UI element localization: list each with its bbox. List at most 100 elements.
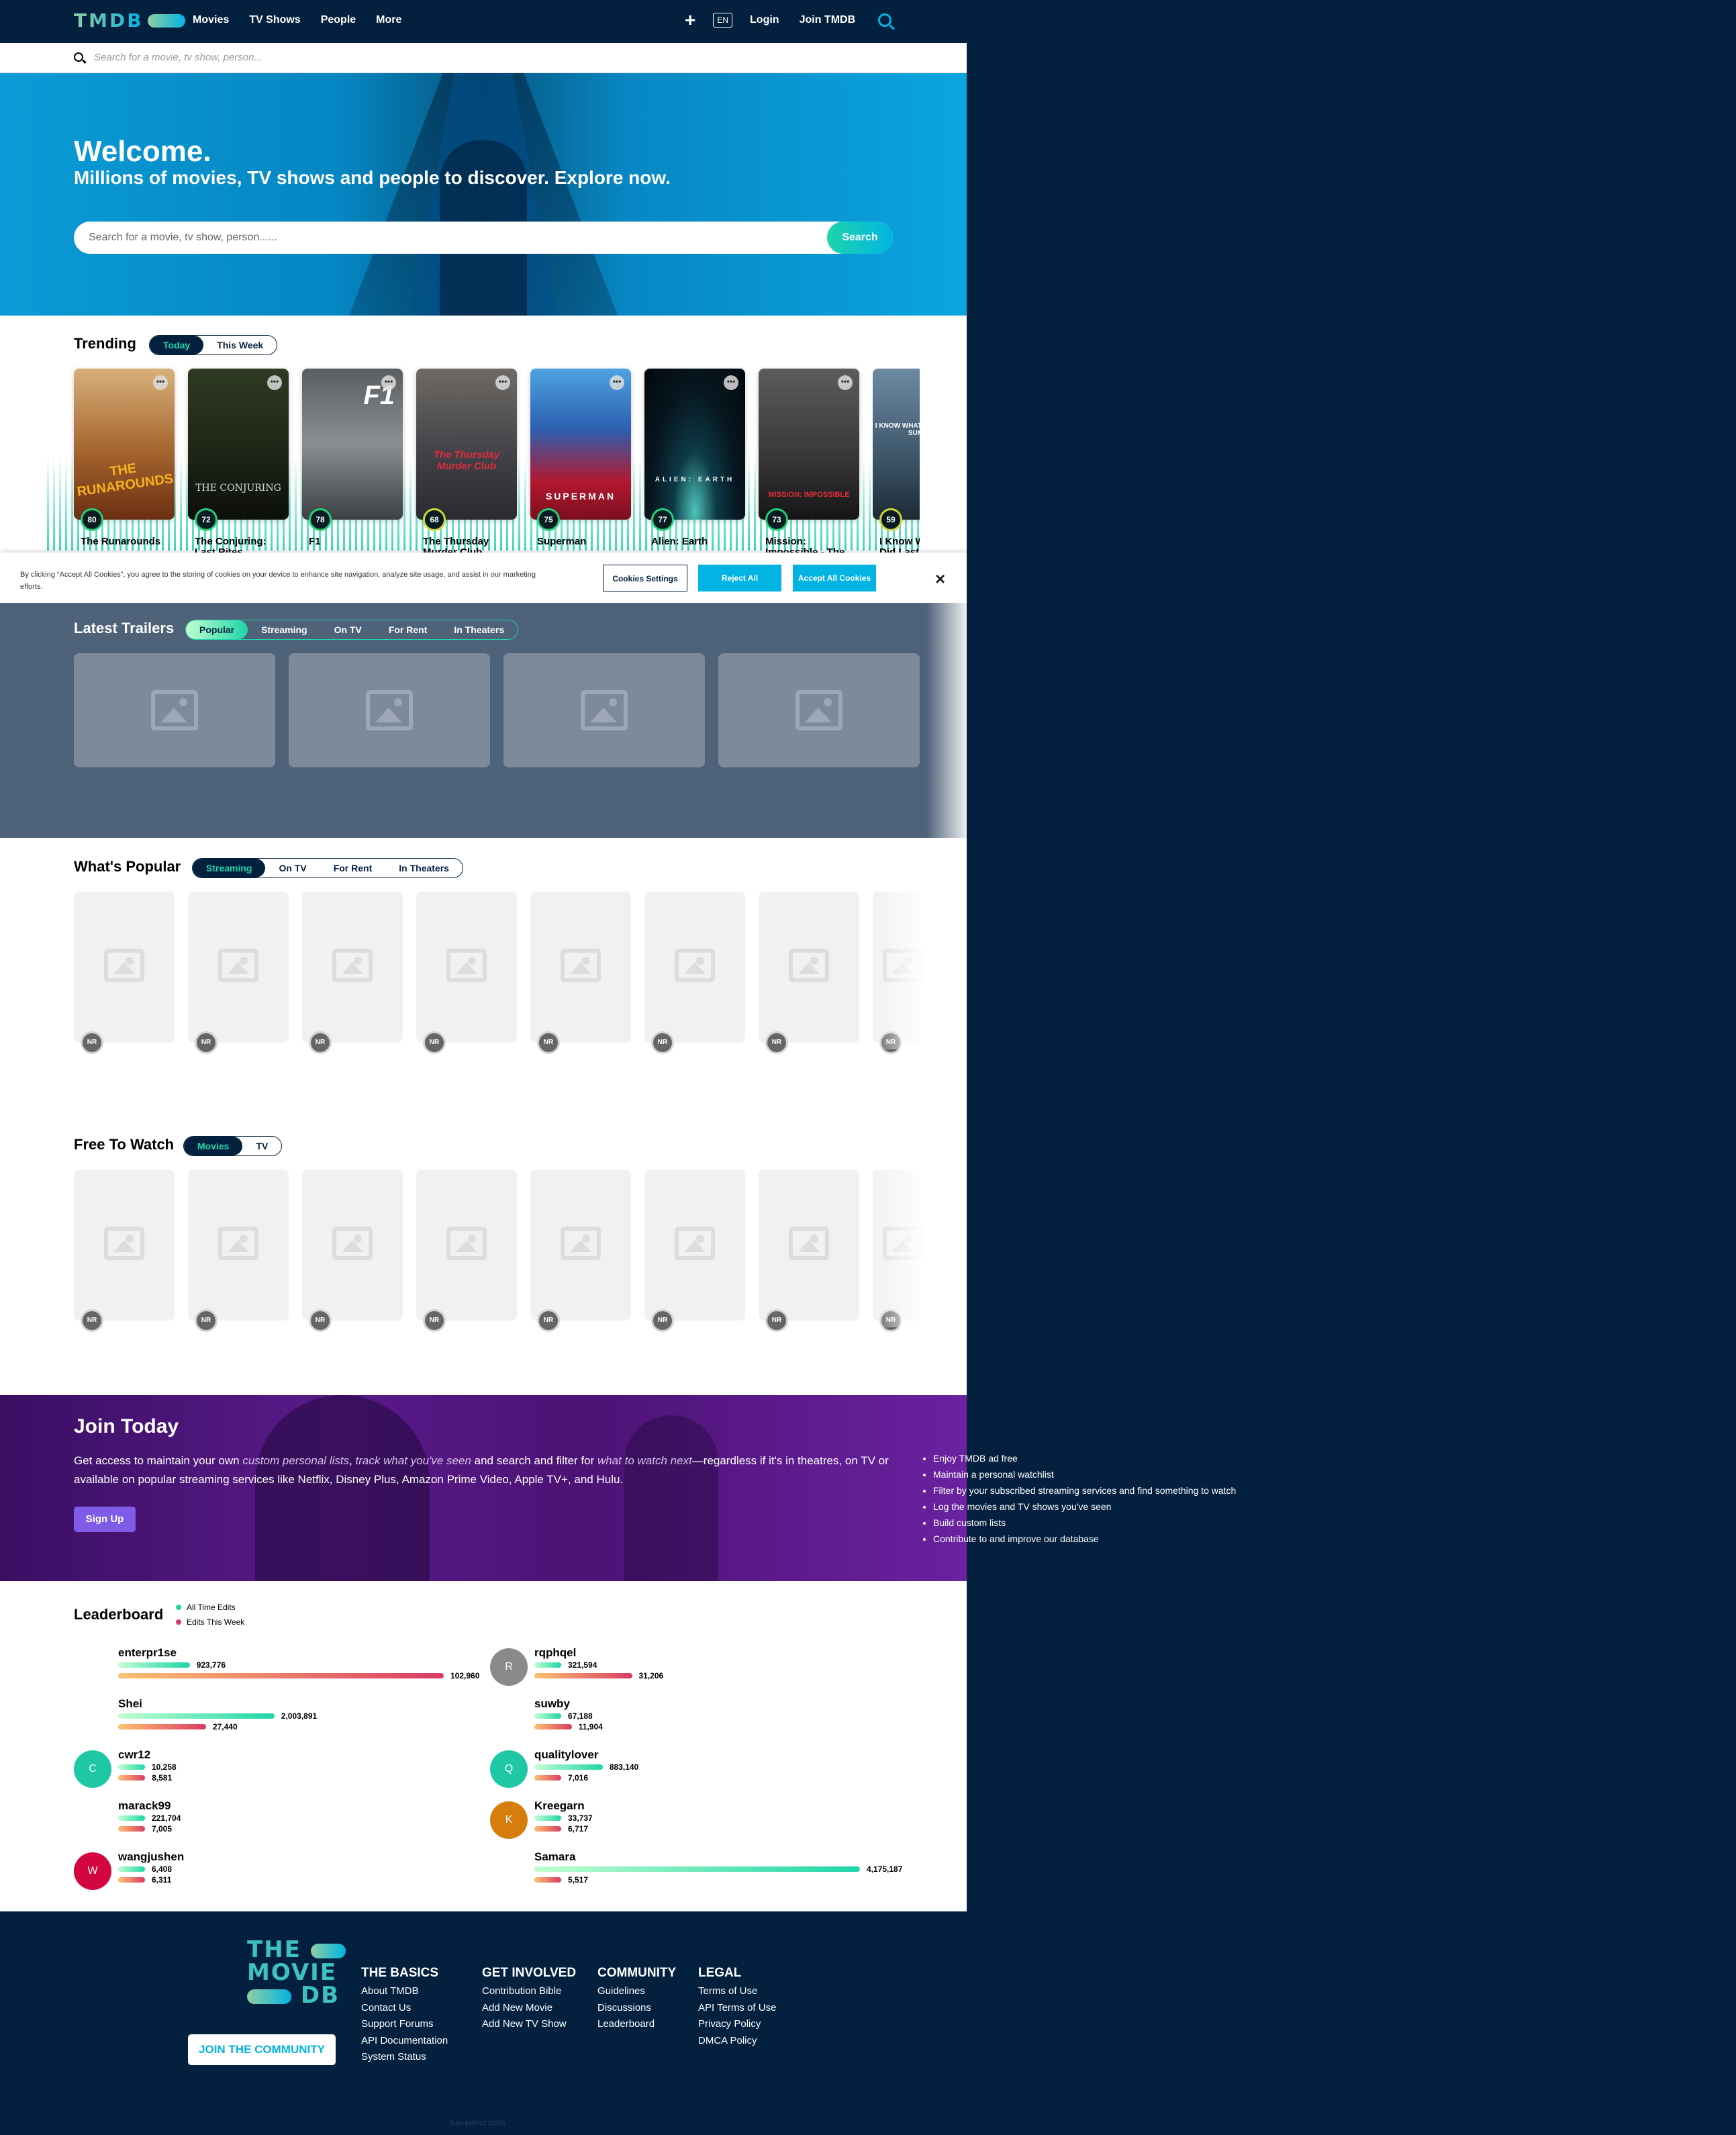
hero-search-button[interactable]: Search	[827, 222, 893, 254]
movie-card[interactable]: THE RUNAROUNDS ••• 80 The Runarounds	[74, 369, 175, 547]
footer-link[interactable]: Contribution Bible	[482, 1983, 576, 2000]
placeholder-card[interactable]: NR	[759, 892, 859, 1054]
tab-for-rent[interactable]: For Rent	[320, 859, 386, 877]
tab-movies[interactable]: Movies	[184, 1137, 243, 1155]
nav-more[interactable]: More	[376, 14, 401, 26]
placeholder-card[interactable]: NR	[644, 1170, 745, 1332]
avatar[interactable]: W	[74, 1852, 111, 1890]
placeholder-card[interactable]: NR	[188, 1170, 289, 1332]
placeholder-card[interactable]: NR	[530, 892, 631, 1054]
card-title[interactable]: Alien: Earth	[651, 536, 745, 547]
poster[interactable]: F1 •••	[302, 369, 403, 520]
leaderboard-username[interactable]: enterpr1se	[118, 1646, 177, 1660]
nav-movies[interactable]: Movies	[193, 14, 229, 26]
tab-on-tv[interactable]: On TV	[265, 859, 320, 877]
more-options-icon[interactable]: •••	[153, 375, 168, 390]
accept-all-cookies-button[interactable]: Accept All Cookies	[793, 565, 876, 591]
sub-search-input[interactable]: Search for a movie, tv show, person...	[94, 52, 262, 63]
join-community-button[interactable]: JOIN THE COMMUNITY	[188, 2034, 336, 2065]
poster[interactable]: I KNOW WHAT YOU DID LAST SUMMER	[873, 369, 920, 520]
card-title[interactable]: The Runarounds	[81, 536, 175, 547]
card-title[interactable]: F1	[309, 536, 403, 547]
footer-link[interactable]: System Status	[361, 2049, 448, 2066]
leaderboard-username[interactable]: suwby	[534, 1697, 570, 1711]
movie-card[interactable]: SUPERMAN ••• 75 Superman	[530, 369, 631, 547]
poster[interactable]: The Thursday Murder Club •••	[416, 369, 517, 520]
reject-all-button[interactable]: Reject All	[698, 565, 781, 591]
more-options-icon[interactable]: •••	[610, 375, 624, 390]
trailer-card[interactable]	[74, 653, 275, 767]
footer-logo[interactable]: THE MOVIE DB	[247, 1938, 346, 2007]
placeholder-card[interactable]: NR	[74, 892, 175, 1054]
poster[interactable]: ALIEN: EARTH •••	[644, 369, 745, 520]
leaderboard-username[interactable]: cwr12	[118, 1748, 150, 1762]
movie-card[interactable]: F1 ••• 78 F1	[302, 369, 403, 547]
footer-link[interactable]: Support Forums	[361, 2016, 448, 2033]
hero-search-input[interactable]: Search for a movie, tv show, person.....…	[74, 222, 893, 254]
placeholder-card[interactable]: NR	[759, 1170, 859, 1332]
search-icon[interactable]	[878, 13, 892, 27]
movie-card[interactable]: ALIEN: EARTH ••• 77 Alien: Earth	[644, 369, 745, 547]
tab-tv[interactable]: TV	[242, 1137, 281, 1155]
tab-this-week[interactable]: This Week	[203, 336, 277, 354]
footer-link[interactable]: Guidelines	[597, 1983, 676, 2000]
footer-link[interactable]: API Terms of Use	[698, 2000, 776, 2017]
placeholder-card[interactable]: NR	[302, 892, 403, 1054]
poster[interactable]: MISSION: IMPOSSIBLE •••	[759, 369, 859, 520]
login-link[interactable]: Login	[750, 14, 779, 26]
plus-icon[interactable]: +	[685, 11, 695, 30]
cookies-settings-button[interactable]: Cookies Settings	[603, 565, 687, 591]
leaderboard-username[interactable]: marack99	[118, 1799, 171, 1813]
more-options-icon[interactable]: •••	[495, 375, 510, 390]
language-button[interactable]: EN	[713, 13, 733, 28]
placeholder-card[interactable]: NR	[74, 1170, 175, 1332]
poster[interactable]: THE CONJURING •••	[188, 369, 289, 520]
tab-streaming[interactable]: Streaming	[193, 859, 266, 877]
placeholder-card[interactable]: NR	[188, 892, 289, 1054]
tab-in-theaters[interactable]: In Theaters	[385, 859, 463, 877]
placeholder-card[interactable]: NR	[644, 892, 745, 1054]
sign-up-button[interactable]: Sign Up	[74, 1507, 136, 1532]
leaderboard-username[interactable]: wangjushen	[118, 1850, 184, 1864]
tab-on-tv[interactable]: On TV	[321, 620, 375, 639]
leaderboard-username[interactable]: rqphqel	[534, 1646, 576, 1660]
leaderboard-username[interactable]: Samara	[534, 1850, 575, 1864]
trailer-card[interactable]	[718, 653, 920, 767]
tab-popular[interactable]: Popular	[186, 620, 248, 639]
avatar[interactable]: C	[74, 1750, 111, 1788]
leaderboard-username[interactable]: qualitylover	[534, 1748, 598, 1762]
movie-card[interactable]: The Thursday Murder Club ••• 68 The Thur…	[416, 369, 517, 558]
footer-link[interactable]: Privacy Policy	[698, 2016, 776, 2033]
avatar[interactable]: Q	[490, 1750, 528, 1788]
movie-card[interactable]: I KNOW WHAT YOU DID LAST SUMMER 59 I Kno…	[873, 369, 920, 558]
tmdb-logo[interactable]: TMDB	[74, 9, 185, 32]
avatar[interactable]: R	[490, 1648, 528, 1686]
poster[interactable]: THE RUNAROUNDS •••	[74, 369, 175, 520]
placeholder-card[interactable]: NR	[302, 1170, 403, 1332]
footer-link[interactable]: Add New Movie	[482, 2000, 576, 2017]
footer-link[interactable]: About TMDB	[361, 1983, 448, 2000]
poster[interactable]: SUPERMAN •••	[530, 369, 631, 520]
placeholder-card[interactable]: NR	[416, 1170, 517, 1332]
footer-link[interactable]: Discussions	[597, 2000, 676, 2017]
nav-people[interactable]: People	[321, 14, 356, 26]
more-options-icon[interactable]: •••	[724, 375, 738, 390]
trailer-card[interactable]	[289, 653, 490, 767]
footer-link[interactable]: Terms of Use	[698, 1983, 776, 2000]
movie-card[interactable]: THE CONJURING ••• 72 The Conjuring: Last…	[188, 369, 289, 558]
footer-link[interactable]: Add New TV Show	[482, 2016, 576, 2033]
placeholder-card[interactable]: NR	[416, 892, 517, 1054]
tab-today[interactable]: Today	[150, 336, 204, 354]
footer-link[interactable]: DMCA Policy	[698, 2033, 776, 2050]
nav-tv-shows[interactable]: TV Shows	[249, 14, 300, 26]
tab-for-rent[interactable]: For Rent	[375, 620, 441, 639]
leaderboard-username[interactable]: Shei	[118, 1697, 142, 1711]
avatar[interactable]: K	[490, 1801, 528, 1839]
footer-link[interactable]: Contact Us	[361, 2000, 448, 2017]
movie-card[interactable]: MISSION: IMPOSSIBLE ••• 73 Mission: Impo…	[759, 369, 859, 569]
card-title[interactable]: Superman	[537, 536, 631, 547]
more-options-icon[interactable]: •••	[838, 375, 853, 390]
tab-streaming[interactable]: Streaming	[248, 620, 320, 639]
more-options-icon[interactable]: •••	[381, 375, 396, 390]
more-options-icon[interactable]: •••	[267, 375, 282, 390]
